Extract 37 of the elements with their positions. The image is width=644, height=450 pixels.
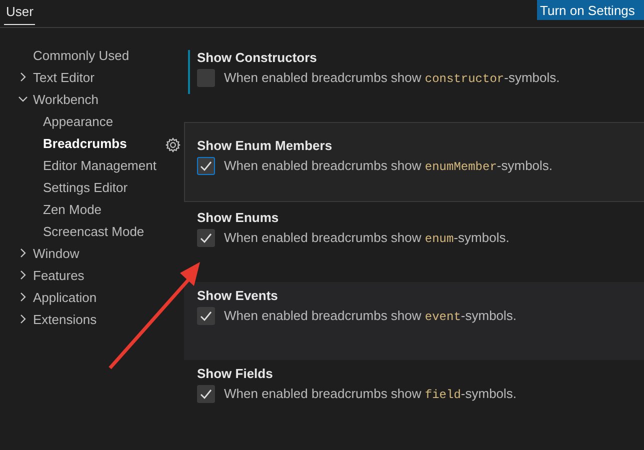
chevron-icon[interactable] <box>18 94 28 104</box>
setting-title: Show Enums <box>197 210 280 225</box>
checkbox[interactable] <box>197 307 215 325</box>
toc-item[interactable]: Settings Editor <box>43 180 128 194</box>
setting-title: Show Constructors <box>197 50 318 65</box>
toc-item[interactable]: Zen Mode <box>43 202 102 216</box>
checkbox[interactable] <box>197 229 215 247</box>
setting-title: Show Events <box>197 288 279 303</box>
checkbox[interactable] <box>197 385 215 403</box>
setting-description: When enabled breadcrumbs show event-symbols. <box>224 308 517 324</box>
toc-item[interactable]: Window <box>33 246 80 260</box>
toc-item[interactable]: Breadcrumbs <box>43 136 127 150</box>
toc-item[interactable]: Screencast Mode <box>43 224 144 238</box>
settings-icon[interactable] <box>165 137 181 153</box>
toc-item[interactable]: Editor Management <box>43 158 156 172</box>
checkbox[interactable] <box>197 69 215 87</box>
toc-item[interactable]: Application <box>33 290 97 304</box>
chevron-icon[interactable] <box>18 314 28 324</box>
settings-tab[interactable]: User <box>4 0 36 25</box>
setting-description: When enabled breadcrumbs show enumMember-symbols. <box>224 158 553 174</box>
setting-description: When enabled breadcrumbs show field-symbols. <box>224 386 517 402</box>
setting-title: Show Fields <box>197 366 274 381</box>
chevron-icon[interactable] <box>18 72 28 82</box>
setting-description: When enabled breadcrumbs show constructor-symbols. <box>224 70 560 86</box>
checkbox[interactable] <box>197 157 215 175</box>
setting-description: When enabled breadcrumbs show enum-symbols. <box>224 230 510 246</box>
setting-title: Show Enum Members <box>197 138 334 153</box>
sync-button[interactable]: Turn on Settings <box>537 0 644 20</box>
toc-item[interactable]: Commonly Used <box>33 48 130 62</box>
toc-item[interactable]: Appearance <box>43 114 114 128</box>
chevron-icon[interactable] <box>18 292 28 302</box>
toc-item[interactable]: Workbench <box>33 92 99 106</box>
toc-item[interactable]: Features <box>33 268 84 282</box>
chevron-icon[interactable] <box>18 270 28 280</box>
chevron-icon[interactable] <box>18 248 28 258</box>
toc-item[interactable]: Extensions <box>33 312 97 326</box>
toc-item[interactable]: Text Editor <box>33 70 94 84</box>
